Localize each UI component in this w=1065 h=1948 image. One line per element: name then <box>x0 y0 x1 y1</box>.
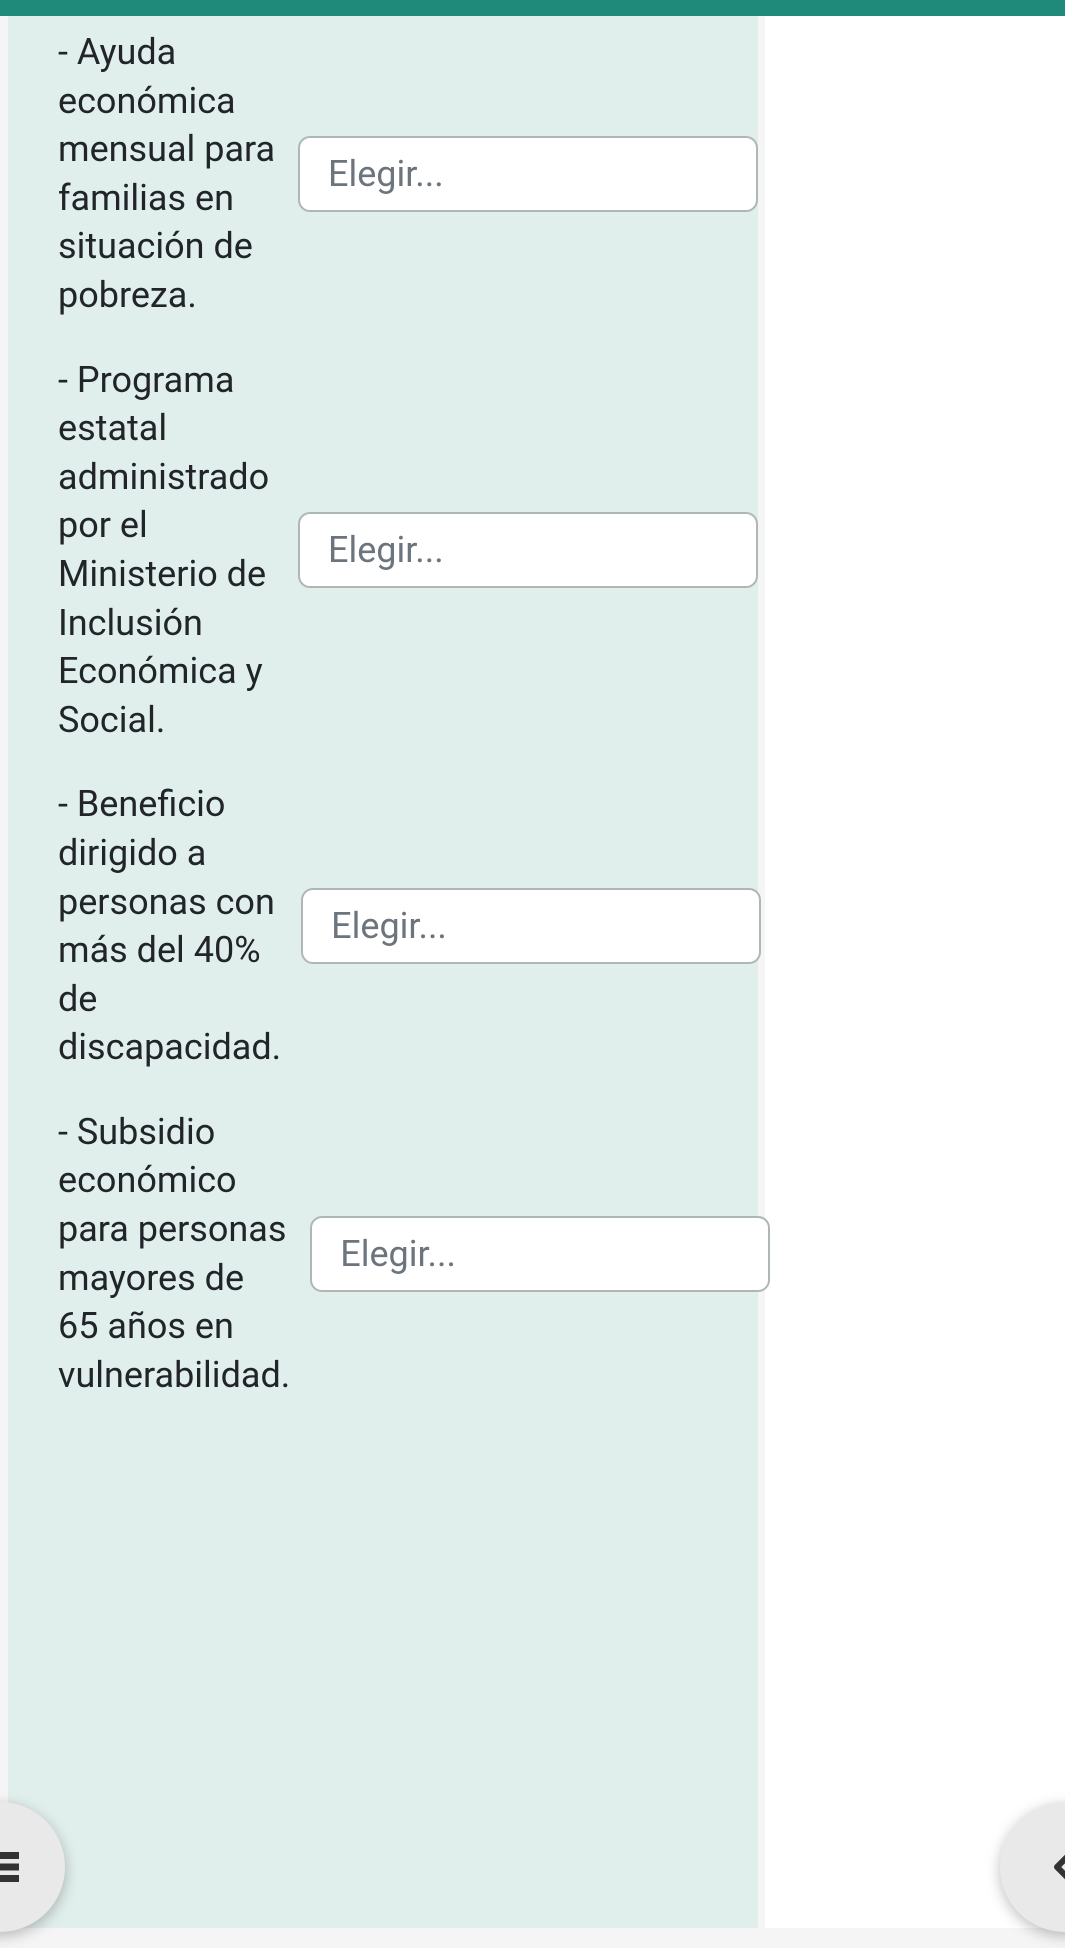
top-bar <box>0 0 1065 16</box>
match-select-1[interactable]: Elegir... <box>298 136 758 212</box>
match-select-2[interactable]: Elegir... <box>298 512 758 588</box>
match-select-wrap: Elegir... <box>310 1216 770 1292</box>
match-row: - Beneficio dirigido a personas con más … <box>8 772 758 1080</box>
match-select-wrap: Elegir... <box>298 136 758 212</box>
question-card: - Ayuda económica mensual para familias … <box>8 16 758 1928</box>
list-icon <box>0 1843 24 1891</box>
chevron-left-icon <box>1041 1843 1065 1891</box>
match-label: - Subsidio económico para personas mayor… <box>58 1108 290 1400</box>
match-select-wrap: Elegir... <box>298 512 758 588</box>
select-placeholder: Elegir... <box>331 905 447 947</box>
match-label: - Ayuda económica mensual para familias … <box>58 28 278 320</box>
match-row: - Ayuda económica mensual para familias … <box>8 20 758 328</box>
match-select-wrap: Elegir... <box>301 888 761 964</box>
select-placeholder: Elegir... <box>328 153 444 195</box>
match-row: - Programa estatal administrado por el M… <box>8 348 758 753</box>
match-label: - Programa estatal administrado por el M… <box>58 356 278 745</box>
select-placeholder: Elegir... <box>340 1233 456 1275</box>
match-row: - Subsidio económico para personas mayor… <box>8 1100 758 1408</box>
right-white-panel <box>765 16 1065 1928</box>
match-label: - Beneficio dirigido a personas con más … <box>58 780 281 1072</box>
select-placeholder: Elegir... <box>328 529 444 571</box>
match-select-3[interactable]: Elegir... <box>301 888 761 964</box>
match-select-4[interactable]: Elegir... <box>310 1216 770 1292</box>
